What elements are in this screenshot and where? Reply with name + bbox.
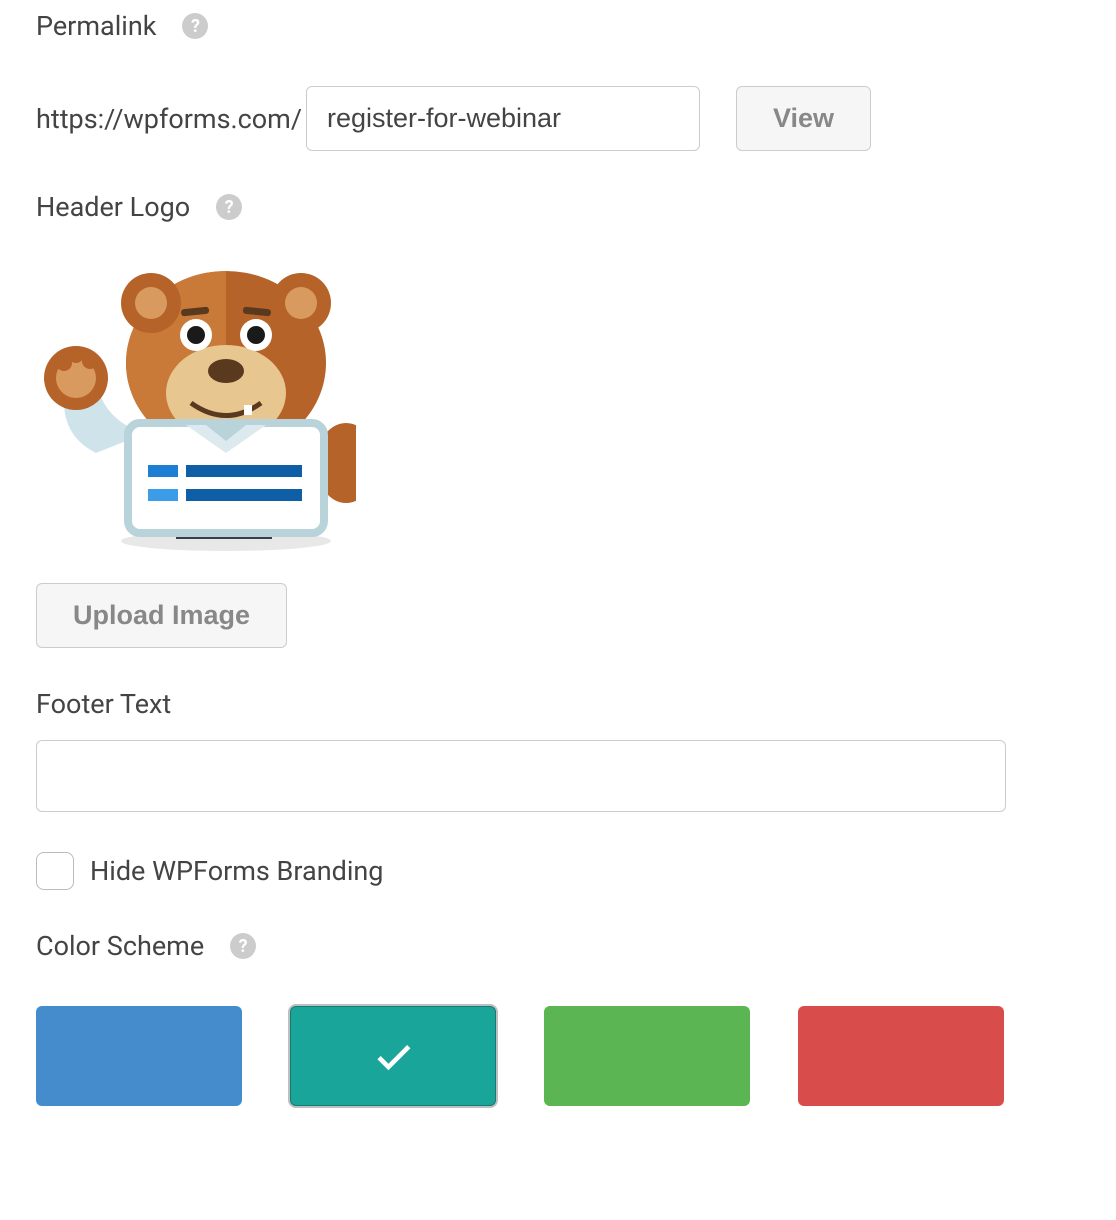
color-swatch-row (36, 1006, 1080, 1106)
header-logo-label: Header Logo (36, 191, 190, 223)
header-logo-section: Header Logo ? (36, 191, 1080, 648)
color-swatch-1[interactable] (290, 1006, 496, 1106)
color-swatch-3[interactable] (798, 1006, 1004, 1106)
hide-branding-label: Hide WPForms Branding (90, 855, 383, 887)
hide-branding-checkbox[interactable] (36, 852, 74, 890)
color-scheme-section: Color Scheme ? (36, 930, 1080, 1106)
permalink-prefix: https://wpforms.com/ (36, 103, 302, 135)
footer-text-label: Footer Text (36, 688, 171, 720)
check-icon (371, 1034, 415, 1078)
color-swatch-2[interactable] (544, 1006, 750, 1106)
color-swatch-0[interactable] (36, 1006, 242, 1106)
hide-branding-row: Hide WPForms Branding (36, 852, 1080, 890)
help-icon[interactable]: ? (216, 194, 242, 220)
permalink-section: Permalink ? https://wpforms.com/ View (36, 10, 1080, 151)
footer-text-input[interactable] (36, 740, 1006, 812)
view-button[interactable]: View (736, 86, 871, 151)
color-scheme-label: Color Scheme (36, 930, 204, 962)
permalink-input-row: https://wpforms.com/ View (36, 86, 1080, 151)
header-logo-label-row: Header Logo ? (36, 191, 242, 223)
upload-image-button[interactable]: Upload Image (36, 583, 287, 648)
logo-preview (36, 253, 356, 553)
help-icon[interactable]: ? (230, 933, 256, 959)
help-icon[interactable]: ? (182, 13, 208, 39)
permalink-label: Permalink (36, 10, 156, 42)
mascot-image (36, 253, 356, 553)
footer-text-section: Footer Text (36, 688, 1080, 812)
footer-text-label-row: Footer Text (36, 688, 171, 720)
color-scheme-label-row: Color Scheme ? (36, 930, 256, 962)
permalink-label-row: Permalink ? (36, 10, 208, 42)
permalink-input[interactable] (306, 86, 700, 151)
